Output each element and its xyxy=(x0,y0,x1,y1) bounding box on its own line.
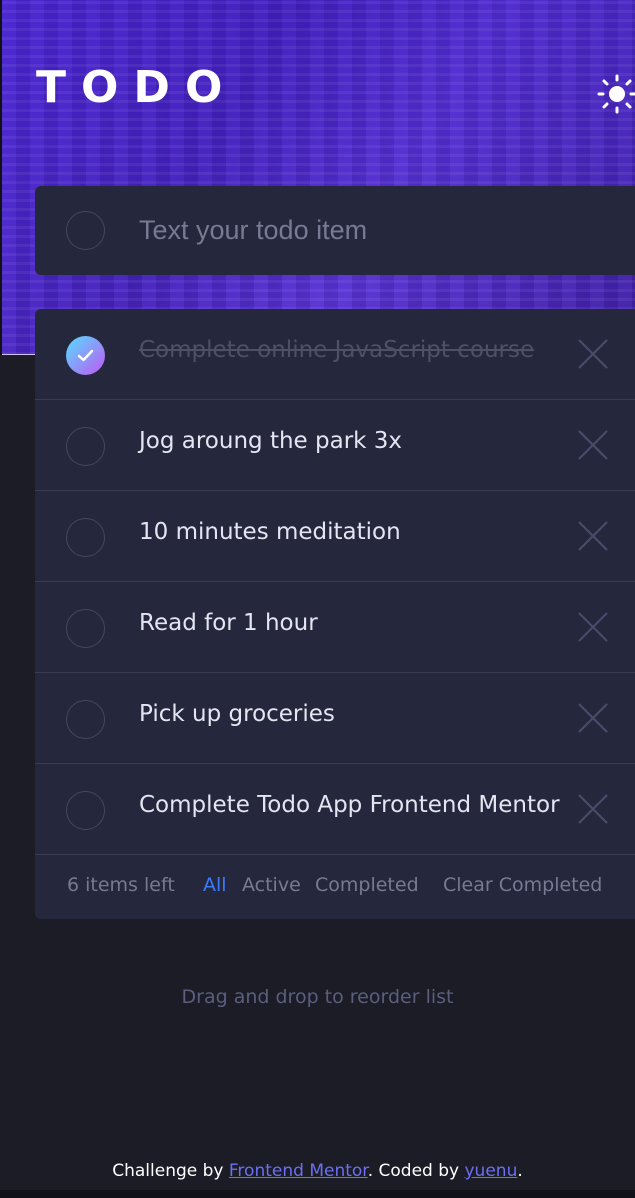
close-icon[interactable] xyxy=(576,792,610,826)
bottom-edge xyxy=(0,1190,635,1198)
close-icon[interactable] xyxy=(576,519,610,553)
header-background-texture xyxy=(2,0,635,355)
filter-completed[interactable]: Completed xyxy=(315,874,419,896)
theme-toggle-button[interactable] xyxy=(597,74,635,114)
todo-checkbox[interactable] xyxy=(66,700,105,739)
todo-item-label[interactable]: Jog aroung the park 3x xyxy=(139,428,402,454)
todo-item-label[interactable]: Read for 1 hour xyxy=(139,610,318,636)
todo-item-label[interactable]: 10 minutes meditation xyxy=(139,519,401,545)
close-icon[interactable] xyxy=(576,337,610,371)
attribution-middle: . Coded by xyxy=(367,1161,465,1181)
new-todo-checkbox[interactable] xyxy=(66,211,105,250)
todo-item[interactable]: 10 minutes meditation xyxy=(35,491,635,582)
sun-icon xyxy=(597,74,635,114)
todo-item-label[interactable]: Pick up groceries xyxy=(139,701,335,727)
todo-item-label[interactable]: Complete Todo App Frontend Mentor xyxy=(139,792,560,818)
close-icon[interactable] xyxy=(576,701,610,735)
new-todo-card xyxy=(35,186,635,275)
drag-hint: Drag and drop to reorder list xyxy=(181,986,454,1008)
todo-item[interactable]: Jog aroung the park 3x xyxy=(35,400,635,491)
app-title: TODO xyxy=(36,62,238,113)
todo-checkbox[interactable] xyxy=(66,518,105,557)
attribution-prefix: Challenge by xyxy=(112,1161,229,1181)
todo-checkbox[interactable] xyxy=(66,427,105,466)
clear-completed-button[interactable]: Clear Completed xyxy=(443,874,602,896)
filter-active[interactable]: Active xyxy=(242,874,301,896)
check-icon xyxy=(77,349,94,362)
filter-all[interactable]: All xyxy=(203,874,227,896)
close-icon[interactable] xyxy=(576,610,610,644)
todo-item[interactable]: Complete online JavaScript course xyxy=(35,309,635,400)
todo-item[interactable]: Complete Todo App Frontend Mentor xyxy=(35,764,635,855)
close-icon[interactable] xyxy=(576,428,610,462)
attribution-suffix: . xyxy=(517,1161,523,1181)
attribution: Challenge by Frontend Mentor. Coded by y… xyxy=(0,1161,635,1181)
list-footer: 6 items left All Active Completed Clear … xyxy=(35,855,635,919)
new-todo-input[interactable] xyxy=(139,210,609,250)
todo-item-label[interactable]: Complete online JavaScript course xyxy=(139,337,534,363)
todo-item[interactable]: Pick up groceries xyxy=(35,673,635,764)
todo-list: Complete online JavaScript course Jog ar… xyxy=(35,309,635,919)
author-link[interactable]: yuenu xyxy=(465,1161,518,1181)
todo-checkbox-checked[interactable] xyxy=(66,336,105,375)
frontend-mentor-link[interactable]: Frontend Mentor xyxy=(229,1161,368,1181)
header-background xyxy=(0,0,635,355)
items-left-count: 6 items left xyxy=(67,874,175,896)
todo-checkbox[interactable] xyxy=(66,609,105,648)
todo-checkbox[interactable] xyxy=(66,791,105,830)
todo-item[interactable]: Read for 1 hour xyxy=(35,582,635,673)
